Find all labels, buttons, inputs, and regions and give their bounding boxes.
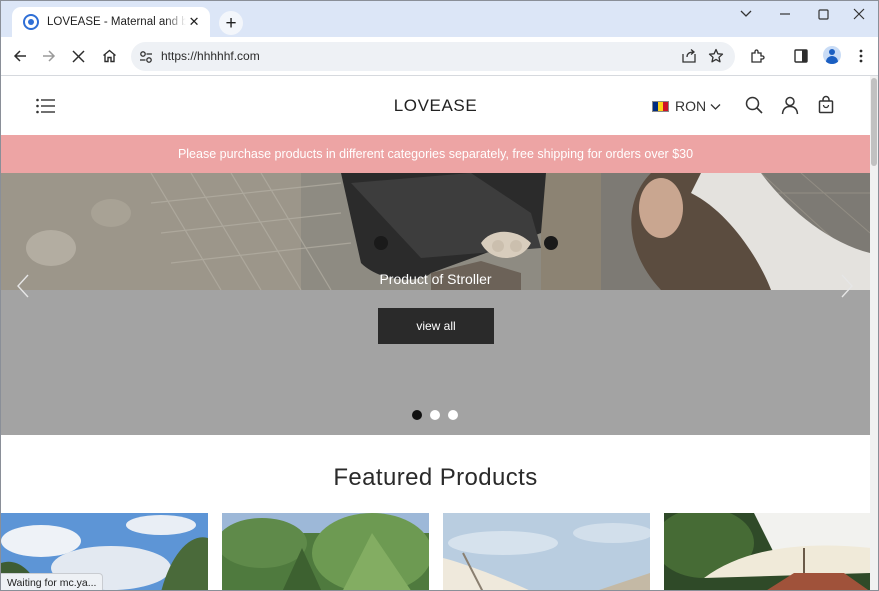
site-favicon-icon [23, 14, 39, 30]
browser-toolbar: https://hhhhhf.com [1, 37, 878, 76]
more-menu-icon[interactable] [850, 45, 872, 67]
side-panel-icon[interactable] [790, 45, 812, 67]
browser-window: LOVEASE - Maternal and baby p ✕ + [0, 0, 879, 591]
cart-bag-icon[interactable] [816, 95, 836, 115]
slider-pagination [412, 410, 458, 420]
profile-avatar-icon[interactable] [823, 46, 841, 64]
tab-strip: LOVEASE - Maternal and baby p ✕ + [1, 1, 878, 37]
product-card-4[interactable] [664, 513, 870, 591]
tab-search-chevron-icon[interactable] [736, 6, 756, 22]
window-close-icon[interactable] [849, 6, 869, 22]
page-scrollbar[interactable] [870, 76, 878, 590]
address-bar[interactable]: https://hhhhhf.com [131, 42, 735, 71]
site-logo[interactable]: LOVEASE [1, 96, 870, 116]
bookmark-star-icon[interactable] [708, 48, 724, 64]
view-all-button[interactable]: view all [378, 308, 494, 344]
back-arrow-icon[interactable] [9, 45, 31, 67]
account-icon[interactable] [780, 95, 800, 115]
currency-selector[interactable]: RON [652, 97, 721, 115]
slider-prev-arrow-icon[interactable] [15, 273, 31, 299]
stop-loading-icon[interactable] [67, 45, 89, 67]
new-tab-button[interactable]: + [219, 11, 243, 35]
forward-arrow-icon[interactable] [38, 45, 60, 67]
tab-title: LOVEASE - Maternal and baby p [47, 16, 186, 28]
hero-caption: Product of Stroller [379, 271, 492, 287]
hero-slider: Product of Stroller view all [1, 173, 870, 435]
maximize-icon[interactable] [813, 6, 833, 22]
browser-tab[interactable]: LOVEASE - Maternal and baby p ✕ [12, 7, 210, 37]
slider-dot-1[interactable] [412, 410, 422, 420]
site-settings-icon[interactable] [138, 49, 154, 65]
url-text[interactable]: https://hhhhhf.com [161, 49, 260, 63]
featured-products-heading: Featured Products [333, 464, 538, 491]
chevron-down-icon [710, 103, 721, 110]
status-bubble: Waiting for mc.ya... [1, 573, 104, 590]
site-header: LOVEASE RON [1, 76, 870, 135]
product-card-2[interactable] [222, 513, 429, 591]
slider-dot-3[interactable] [448, 410, 458, 420]
minimize-icon[interactable] [775, 6, 795, 22]
romania-flag-icon [652, 100, 669, 112]
scrollbar-thumb[interactable] [871, 78, 877, 166]
web-page: LOVEASE RON Please purchase products in … [1, 76, 870, 591]
currency-label: RON [675, 98, 707, 114]
share-icon[interactable] [681, 48, 697, 64]
product-grid [1, 513, 870, 591]
extensions-icon[interactable] [746, 45, 768, 67]
announcement-text: Please purchase products in different ca… [177, 147, 694, 161]
slider-dot-2[interactable] [430, 410, 440, 420]
home-icon[interactable] [98, 45, 120, 67]
search-icon[interactable] [744, 95, 764, 115]
tab-close-icon[interactable]: ✕ [186, 14, 202, 30]
slider-next-arrow-icon[interactable] [839, 273, 855, 299]
announcement-bar: Please purchase products in different ca… [1, 135, 870, 173]
product-card-3[interactable] [443, 513, 650, 591]
